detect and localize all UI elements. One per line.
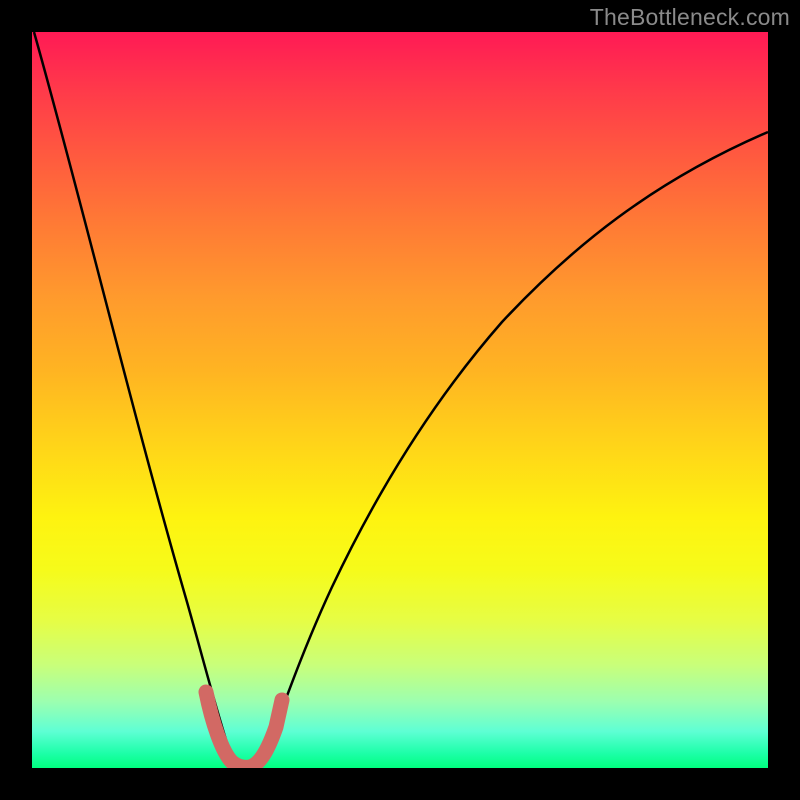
outer-frame: TheBottleneck.com (0, 0, 800, 800)
bottleneck-curve-line (34, 32, 768, 767)
bottleneck-chart (32, 32, 768, 768)
highlight-band-line (206, 692, 282, 767)
watermark-text: TheBottleneck.com (590, 4, 790, 31)
